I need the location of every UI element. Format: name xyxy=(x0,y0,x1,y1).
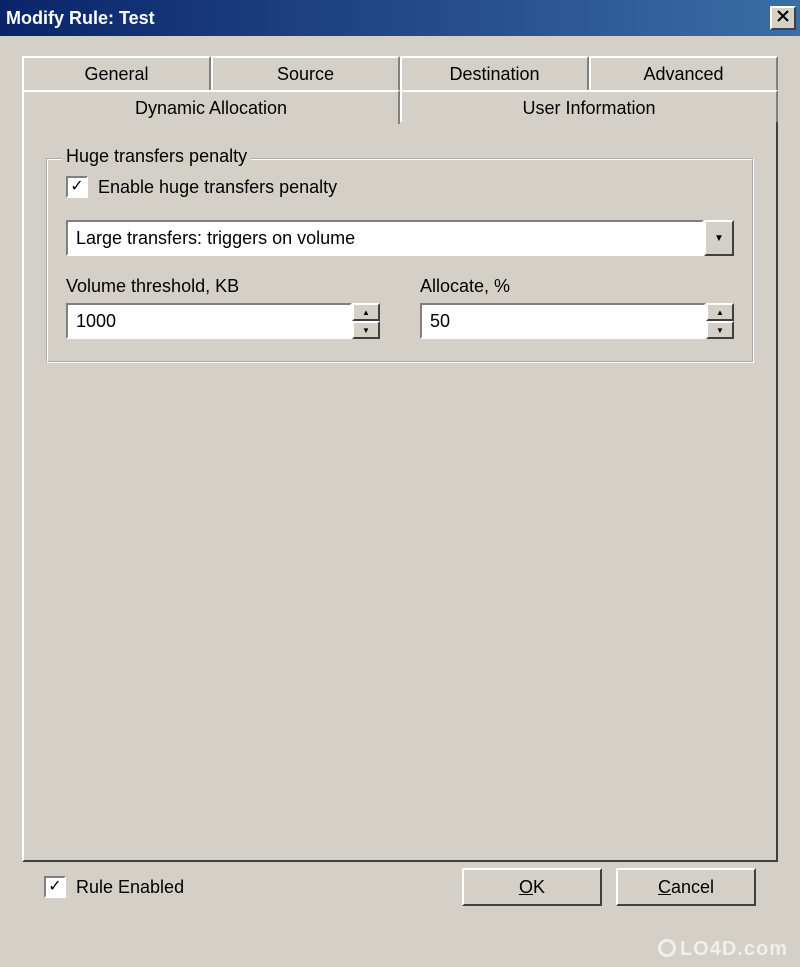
tab-row-1: General Source Destination Advanced xyxy=(22,56,778,90)
tab-advanced[interactable]: Advanced xyxy=(589,56,778,90)
arrow-down-icon: ▼ xyxy=(716,326,724,335)
enable-penalty-label: Enable huge transfers penalty xyxy=(98,177,337,198)
tab-container: General Source Destination Advanced Dyna… xyxy=(22,56,778,862)
trigger-select[interactable]: Large transfers: triggers on volume ▼ xyxy=(66,220,734,256)
input-group-row: Volume threshold, KB 1000 ▲ ▼ A xyxy=(66,276,734,339)
allocate-input[interactable]: 50 xyxy=(420,303,706,339)
allocate-spinner-buttons: ▲ ▼ xyxy=(706,303,734,339)
tab-general[interactable]: General xyxy=(22,56,211,90)
fieldset-huge-transfers: Huge transfers penalty ✓ Enable huge tra… xyxy=(46,158,754,363)
volume-threshold-input[interactable]: 1000 xyxy=(66,303,352,339)
watermark: LO4D.com xyxy=(658,938,788,961)
rule-enabled-label: Rule Enabled xyxy=(76,877,184,898)
tab-label: General xyxy=(84,64,148,85)
volume-spinner-buttons: ▲ ▼ xyxy=(352,303,380,339)
close-icon xyxy=(777,9,789,27)
cancel-label: Cancel xyxy=(658,877,714,898)
volume-spinner-down[interactable]: ▼ xyxy=(352,321,380,339)
volume-spinner-up[interactable]: ▲ xyxy=(352,303,380,321)
ok-label: OK xyxy=(519,877,545,898)
rule-enabled-checkbox[interactable]: ✓ xyxy=(44,876,66,898)
checkmark-icon: ✓ xyxy=(48,879,61,895)
allocate-spinner-up[interactable]: ▲ xyxy=(706,303,734,321)
allocate-spinner-down[interactable]: ▼ xyxy=(706,321,734,339)
rule-enabled-row: ✓ Rule Enabled xyxy=(44,876,184,898)
arrow-up-icon: ▲ xyxy=(362,308,370,317)
tab-label: Dynamic Allocation xyxy=(135,98,287,119)
arrow-down-icon: ▼ xyxy=(362,326,370,335)
close-button[interactable] xyxy=(770,6,796,30)
allocate-spinner: 50 ▲ ▼ xyxy=(420,303,734,339)
allocate-group: Allocate, % 50 ▲ ▼ xyxy=(420,276,734,339)
volume-threshold-label: Volume threshold, KB xyxy=(66,276,380,297)
volume-threshold-group: Volume threshold, KB 1000 ▲ ▼ xyxy=(66,276,380,339)
chevron-down-icon: ▼ xyxy=(714,233,724,244)
tab-dynamic-allocation[interactable]: Dynamic Allocation xyxy=(22,90,400,124)
checkmark-icon: ✓ xyxy=(70,179,83,195)
tab-user-information[interactable]: User Information xyxy=(400,90,778,124)
dropdown-arrow-button[interactable]: ▼ xyxy=(704,220,734,256)
tab-active-indicator xyxy=(24,124,398,126)
trigger-select-value: Large transfers: triggers on volume xyxy=(66,220,704,256)
input-value: 50 xyxy=(430,311,450,332)
window-title: Modify Rule: Test xyxy=(6,8,155,29)
tab-label: Destination xyxy=(449,64,539,85)
tab-label: Advanced xyxy=(643,64,723,85)
enable-penalty-row: ✓ Enable huge transfers penalty xyxy=(66,176,734,198)
ok-button[interactable]: OK xyxy=(462,868,602,906)
tab-label: User Information xyxy=(522,98,655,119)
tab-label: Source xyxy=(277,64,334,85)
allocate-label: Allocate, % xyxy=(420,276,734,297)
fieldset-legend: Huge transfers penalty xyxy=(62,146,251,167)
tab-row-2: Dynamic Allocation User Information xyxy=(22,90,778,124)
enable-penalty-checkbox[interactable]: ✓ xyxy=(66,176,88,198)
button-group: OK Cancel xyxy=(462,868,756,906)
cancel-button[interactable]: Cancel xyxy=(616,868,756,906)
volume-threshold-spinner: 1000 ▲ ▼ xyxy=(66,303,380,339)
watermark-text: LO4D.com xyxy=(680,938,788,960)
input-value: 1000 xyxy=(76,311,116,332)
tab-source[interactable]: Source xyxy=(211,56,400,90)
titlebar: Modify Rule: Test xyxy=(0,0,800,36)
dialog-content: General Source Destination Advanced Dyna… xyxy=(0,36,800,920)
dialog-footer: ✓ Rule Enabled OK Cancel xyxy=(22,868,778,906)
arrow-up-icon: ▲ xyxy=(716,308,724,317)
watermark-icon xyxy=(658,939,676,957)
select-text: Large transfers: triggers on volume xyxy=(76,228,355,249)
tab-destination[interactable]: Destination xyxy=(400,56,589,90)
tab-panel-dynamic-allocation: Huge transfers penalty ✓ Enable huge tra… xyxy=(22,122,778,862)
